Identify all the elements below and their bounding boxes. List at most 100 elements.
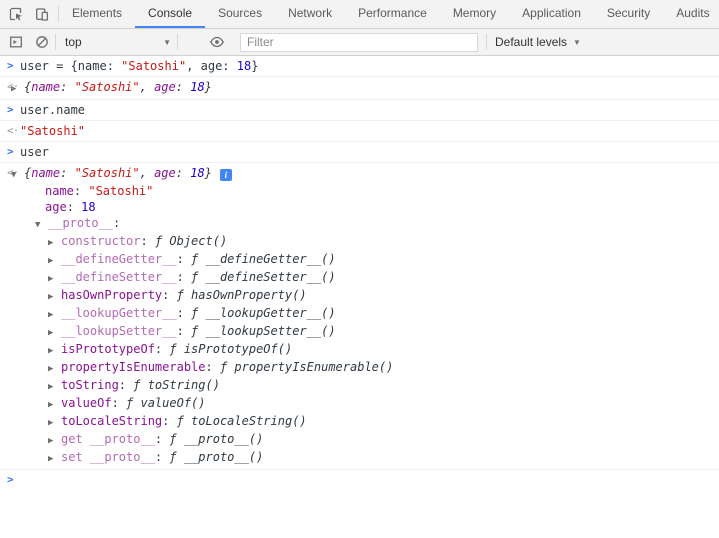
token-key: hasOwnProperty xyxy=(61,288,162,302)
token-keydim: __lookupGetter__ xyxy=(61,306,177,320)
token-key: name xyxy=(45,184,74,198)
console-row: age: 18 xyxy=(0,199,719,215)
tree-caret-right-icon[interactable]: ▶ xyxy=(48,415,61,431)
tree-caret-right-icon[interactable]: ▶ xyxy=(48,397,61,413)
tab-application[interactable]: Application xyxy=(509,0,594,28)
console-log: >user = {name: "Satoshi", age: 18}<·▶{na… xyxy=(0,56,719,537)
console-row: user = {name: "Satoshi", age: 18} xyxy=(0,58,719,74)
token-keydim: __lookupSetter__ xyxy=(61,324,177,338)
token-plain: : xyxy=(177,324,191,338)
token-func: ƒ __defineSetter__() xyxy=(191,270,336,284)
live-expression-button[interactable] xyxy=(204,30,230,54)
clear-console-button[interactable] xyxy=(29,30,55,54)
token-plain: : xyxy=(155,450,169,464)
log-levels-label: Default levels xyxy=(495,35,567,49)
token-key: toString xyxy=(61,378,119,392)
prompt-chevron-icon: > xyxy=(7,472,14,488)
device-toolbar-button[interactable] xyxy=(29,2,55,26)
context-selector-label: top xyxy=(65,35,82,49)
tree-caret-right-icon[interactable]: ▶ xyxy=(48,271,61,287)
token-plain: : xyxy=(176,166,190,180)
prompt-chevron-icon: > xyxy=(7,144,14,160)
tab-sources[interactable]: Sources xyxy=(205,0,275,28)
prompt-chevron-icon: > xyxy=(7,58,14,74)
tree-caret-right-icon[interactable]: ▶ xyxy=(48,307,61,323)
token-number: 18 xyxy=(237,59,251,73)
token-key: isPrototypeOf xyxy=(61,342,155,356)
token-key: age xyxy=(154,80,176,94)
token-func: ƒ toString() xyxy=(133,378,220,392)
tab-audits[interactable]: Audits xyxy=(663,0,719,28)
console-row: ▶constructor: ƒ Object() xyxy=(0,233,719,251)
token-func: ƒ __defineGetter__() xyxy=(191,252,336,266)
inspect-button[interactable] xyxy=(3,2,29,26)
panel-tabs: ElementsConsoleSourcesNetworkPerformance… xyxy=(59,0,719,28)
token-plain: , xyxy=(140,80,154,94)
console-row: ▼__proto__: xyxy=(0,215,719,233)
token-keydim: __proto__ xyxy=(48,216,113,230)
token-plain: user.name xyxy=(20,103,85,117)
tab-performance[interactable]: Performance xyxy=(345,0,440,28)
tree-caret-right-icon[interactable]: ▶ xyxy=(48,343,61,359)
token-plain: } xyxy=(205,80,212,94)
token-plain: : xyxy=(176,80,190,94)
tab-network[interactable]: Network xyxy=(275,0,345,28)
token-func: ƒ __proto__() xyxy=(169,450,263,464)
context-selector[interactable]: top ▼ xyxy=(59,32,177,52)
tree-caret-right-icon[interactable]: ▶ xyxy=(48,253,61,269)
tab-memory[interactable]: Memory xyxy=(440,0,509,28)
tree-caret-right-icon[interactable]: ▶ xyxy=(48,433,61,449)
live-expression-eye-icon xyxy=(209,34,225,50)
token-plain: , age: xyxy=(186,59,237,73)
console-row: ▶set __proto__: ƒ __proto__() xyxy=(0,449,719,467)
console-input[interactable]: > xyxy=(0,470,719,474)
log-levels-dropdown[interactable]: Default levels ▼ xyxy=(487,32,589,52)
console-sidebar-button[interactable] xyxy=(3,30,29,54)
info-icon[interactable]: i xyxy=(220,169,232,181)
tree-caret-right-icon[interactable]: ▶ xyxy=(48,325,61,341)
token-func: ƒ propertyIsEnumerable() xyxy=(220,360,393,374)
token-plain: : xyxy=(60,166,74,180)
token-plain: } xyxy=(251,59,258,73)
console-row: ▶get __proto__: ƒ __proto__() xyxy=(0,431,719,449)
token-plain: : xyxy=(155,342,169,356)
tabbar-icon-group xyxy=(0,0,58,28)
token-plain: : xyxy=(140,234,154,248)
token-string: "Satoshi" xyxy=(75,166,140,180)
token-plain: : xyxy=(155,432,169,446)
console-row: "Satoshi" xyxy=(0,123,719,139)
console-result: <·"Satoshi" xyxy=(0,121,719,142)
token-func: ƒ valueOf() xyxy=(126,396,205,410)
token-number: 18 xyxy=(190,80,204,94)
tab-elements[interactable]: Elements xyxy=(59,0,135,28)
token-plain: : xyxy=(74,184,88,198)
filter-input[interactable] xyxy=(240,33,478,52)
result-arrow-icon: <· xyxy=(7,165,18,181)
token-func: ƒ hasOwnProperty() xyxy=(177,288,307,302)
token-plain: : xyxy=(113,216,120,230)
console-result: <·▼{name: "Satoshi", age: 18}iname: "Sat… xyxy=(0,163,719,470)
tree-caret-down-icon[interactable]: ▼ xyxy=(35,217,48,233)
token-plain: : xyxy=(177,306,191,320)
tree-caret-right-icon[interactable]: ▶ xyxy=(48,289,61,305)
token-func: ƒ toLocaleString() xyxy=(177,414,307,428)
console-row: ▶__defineGetter__: ƒ __defineGetter__() xyxy=(0,251,719,269)
token-plain: : xyxy=(206,360,220,374)
console-row: name: "Satoshi" xyxy=(0,183,719,199)
tab-security[interactable]: Security xyxy=(594,0,663,28)
console-row: ▶hasOwnProperty: ƒ hasOwnProperty() xyxy=(0,287,719,305)
token-key: age xyxy=(45,200,67,214)
tree-caret-right-icon[interactable]: ▶ xyxy=(48,235,61,251)
tree-caret-right-icon[interactable]: ▶ xyxy=(48,379,61,395)
token-key: propertyIsEnumerable xyxy=(61,360,206,374)
console-toolbar: top ▼ Default levels ▼ xyxy=(0,29,719,56)
console-command: >user xyxy=(0,142,719,163)
toolbar-separator xyxy=(55,34,56,50)
token-keydim: __defineGetter__ xyxy=(61,252,177,266)
device-toolbar-icon xyxy=(34,6,50,22)
tree-caret-right-icon[interactable]: ▶ xyxy=(48,361,61,377)
tree-caret-right-icon[interactable]: ▶ xyxy=(48,451,61,467)
inspect-icon xyxy=(8,6,24,22)
token-string: "Satoshi" xyxy=(75,80,140,94)
tab-console[interactable]: Console xyxy=(135,0,205,28)
